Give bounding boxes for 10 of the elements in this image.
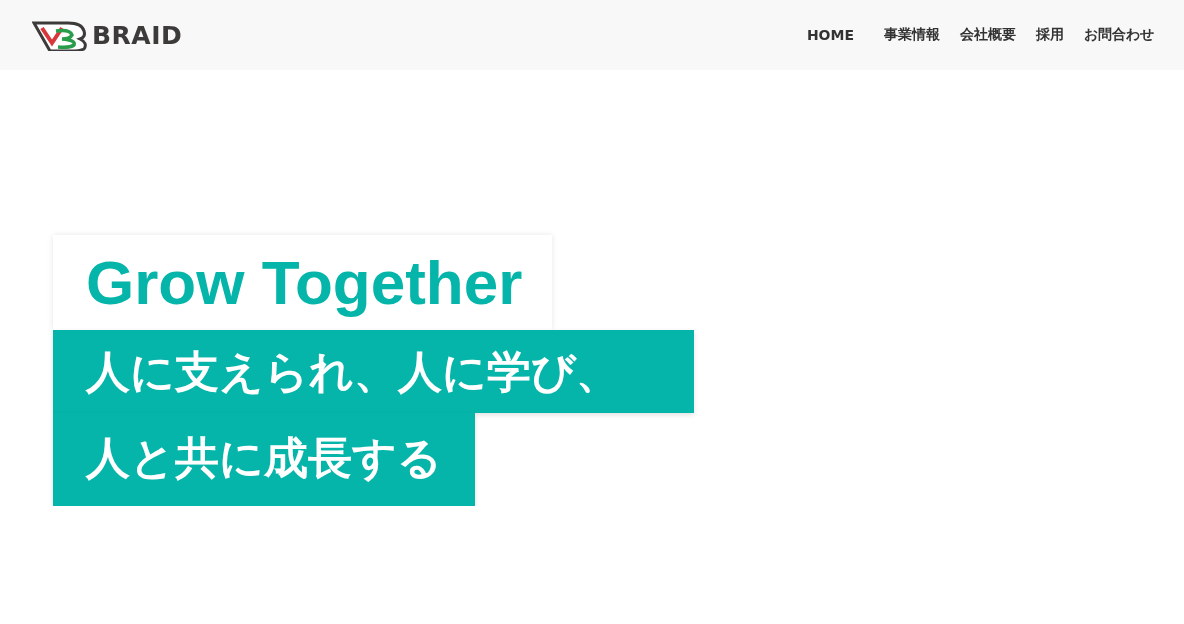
nav-link[interactable]: 採用 — [1036, 26, 1064, 44]
nav-link[interactable]: お問合わせ — [1084, 26, 1154, 44]
logo-text: BRAID — [92, 20, 183, 50]
tagline-text: 人に支えられ、人に学び、 — [53, 330, 694, 413]
logo-emblem-icon — [32, 19, 90, 51]
tagline-text: 人と共に成長する — [53, 413, 475, 506]
nav-link[interactable]: 会社概要 — [960, 26, 1016, 44]
hero-title: Grow Together — [53, 235, 553, 330]
nav-link[interactable]: 事業情報 — [884, 26, 940, 44]
nav-link[interactable]: HOME — [806, 27, 854, 43]
